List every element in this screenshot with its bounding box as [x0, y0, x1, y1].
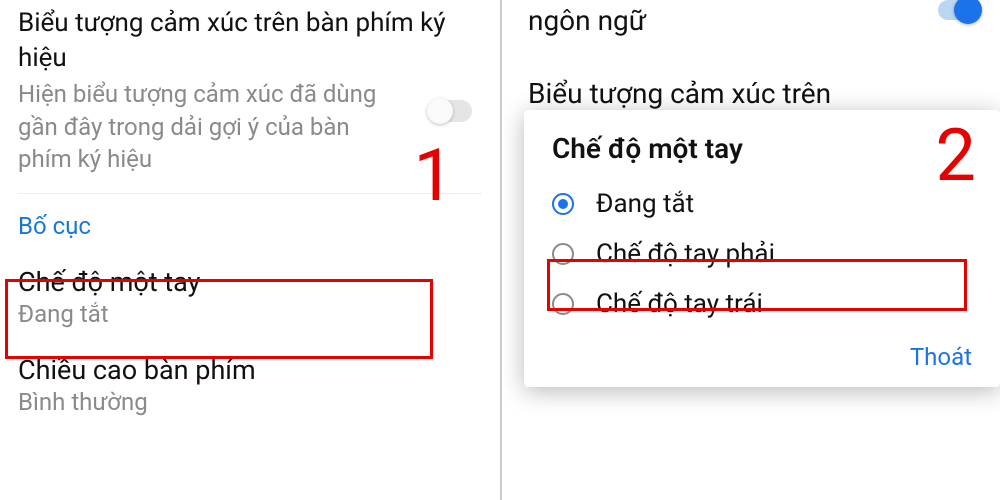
- setting-title: Biểu tượng cảm xúc trên bàn phím ký hiệu: [18, 6, 482, 76]
- dialog-title: Chế độ một tay: [524, 132, 1000, 179]
- radio-option-off[interactable]: Đang tắt: [524, 179, 1000, 229]
- radio-unchecked-icon: [552, 243, 574, 265]
- setting-title: Chiều cao bàn phím: [18, 354, 482, 386]
- setting-description: Hiện biểu tượng cảm xúc đã dùng gần đây …: [18, 78, 482, 175]
- screenshot-step-1: Biểu tượng cảm xúc trên bàn phím ký hiệu…: [0, 0, 500, 500]
- bg-text-emoji-partial: Biểu tượng cảm xúc trên: [502, 77, 1000, 110]
- dialog-dismiss-button[interactable]: Thoát: [910, 343, 972, 371]
- radio-unchecked-icon: [552, 293, 574, 315]
- radio-label: Chế độ tay phải: [596, 239, 775, 269]
- radio-checked-icon: [552, 193, 574, 215]
- setting-value: Đang tắt: [18, 300, 482, 328]
- setting-value: Bình thường: [18, 388, 482, 416]
- radio-label: Đang tắt: [596, 189, 694, 219]
- setting-title: Chế độ một tay: [18, 266, 482, 298]
- radio-option-left-hand[interactable]: Chế độ tay trái: [524, 279, 1000, 329]
- radio-option-right-hand[interactable]: Chế độ tay phải: [524, 229, 1000, 279]
- radio-label: Chế độ tay trái: [596, 289, 763, 319]
- toggle-switch-off[interactable]: [430, 100, 472, 122]
- setting-keyboard-height[interactable]: Chiều cao bàn phím Bình thường: [0, 342, 500, 430]
- bg-text-language: ngôn ngữ: [502, 0, 1000, 37]
- toggle-switch-on[interactable]: [938, 0, 978, 20]
- step-number-badge: 1: [414, 140, 454, 212]
- divider: [18, 193, 482, 194]
- dialog-one-handed-mode: Chế độ một tay Đang tắt Chế độ tay phải …: [524, 110, 1000, 387]
- screenshot-step-2: ngôn ngữ Biểu tượng cảm xúc trên H B Chế…: [500, 0, 1000, 500]
- setting-one-handed-mode[interactable]: Chế độ một tay Đang tắt: [0, 254, 500, 342]
- step-number-badge: 2: [936, 120, 976, 192]
